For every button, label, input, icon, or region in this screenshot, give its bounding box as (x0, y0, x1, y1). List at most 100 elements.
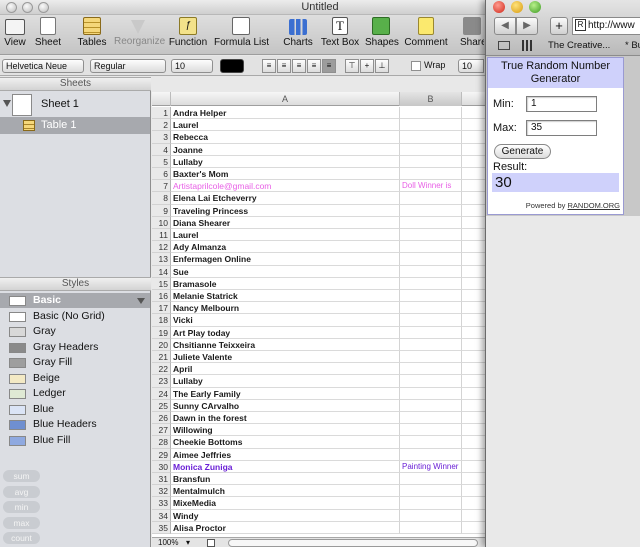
style-menu-triangle-icon[interactable] (137, 298, 145, 304)
row-number[interactable]: 3 (152, 131, 171, 144)
sheet-item[interactable]: Sheet 1 (0, 93, 150, 116)
cell-c[interactable] (462, 131, 485, 144)
row-number[interactable]: 9 (152, 204, 171, 217)
cell-b[interactable] (400, 168, 462, 181)
row-number[interactable]: 35 (152, 521, 171, 534)
table-item[interactable]: Table 1 (0, 117, 150, 134)
column-header-c[interactable] (462, 92, 485, 106)
function-count-pill[interactable]: count (3, 532, 40, 544)
cell-b[interactable] (400, 216, 462, 229)
row-number[interactable]: 34 (152, 509, 171, 522)
cell-b[interactable] (400, 363, 462, 376)
column-header-a[interactable]: A (171, 92, 400, 106)
cell-b[interactable] (400, 387, 462, 400)
cell-c[interactable] (462, 485, 485, 498)
max-input[interactable]: 35 (526, 120, 597, 136)
cell-b[interactable] (400, 241, 462, 254)
row-number[interactable]: 2 (152, 119, 171, 132)
forward-button[interactable]: ▶ (516, 17, 538, 35)
column-header-b[interactable]: B (400, 92, 462, 106)
row-number[interactable]: 13 (152, 253, 171, 266)
cell-a[interactable]: Chsitianne Teixxeira (171, 338, 400, 351)
cell-b[interactable] (400, 424, 462, 437)
cell-a[interactable]: Joanne (171, 143, 400, 156)
random-org-link[interactable]: RANDOM.ORG (568, 201, 621, 210)
function-min-pill[interactable]: min (3, 501, 40, 513)
cell-c[interactable] (462, 253, 485, 266)
align-auto-button[interactable]: ≡ (322, 59, 336, 73)
row-number[interactable]: 11 (152, 229, 171, 242)
cell-c[interactable] (462, 497, 485, 510)
align-right-button[interactable]: ≡ (292, 59, 306, 73)
cell-a[interactable]: April (171, 363, 400, 376)
font-size-select[interactable]: 10 (171, 59, 213, 73)
style-item[interactable]: Blue (0, 402, 150, 417)
row-number[interactable]: 4 (152, 143, 171, 156)
top-sites-grid-icon[interactable] (522, 40, 534, 51)
cell-a[interactable]: Diana Shearer (171, 216, 400, 229)
row-number[interactable]: 21 (152, 351, 171, 364)
cell-c[interactable] (462, 449, 485, 461)
cell-a[interactable]: Artistaprilcole@gmail.com (171, 180, 400, 193)
cell-c[interactable] (462, 241, 485, 254)
cell-b[interactable] (400, 277, 462, 290)
cell-c[interactable] (462, 351, 485, 364)
cell-c[interactable] (462, 339, 485, 351)
cell-b[interactable] (400, 485, 462, 498)
cell-c[interactable] (462, 217, 485, 229)
cell-c[interactable] (462, 107, 485, 120)
cell-b[interactable] (400, 107, 462, 120)
function-button[interactable]: ƒ Function (168, 17, 208, 53)
valign-bottom-button[interactable]: ⊥ (375, 59, 389, 73)
align-center-button[interactable]: ≡ (277, 59, 291, 73)
cell-a[interactable]: Lullaby (171, 375, 400, 388)
cell-a[interactable]: Art Play today (171, 326, 400, 339)
cell-c[interactable] (462, 461, 485, 473)
cell-c[interactable] (462, 229, 485, 242)
cell-b[interactable]: Doll Winner is (400, 180, 462, 193)
cell-a[interactable]: Juliete Valente (171, 351, 400, 364)
cell-c[interactable] (462, 424, 485, 437)
cell-a[interactable]: Ady Almanza (171, 241, 400, 254)
cell-a[interactable]: Elena Lai Etcheverry (171, 192, 400, 205)
cell-a[interactable]: Rebecca (171, 131, 400, 144)
style-item[interactable]: Ledger (0, 386, 150, 401)
bookmarks-book-icon[interactable] (498, 41, 510, 50)
cell-b[interactable] (400, 265, 462, 278)
cell-b[interactable] (400, 192, 462, 205)
cell-b[interactable] (400, 253, 462, 266)
cell-b[interactable] (400, 497, 462, 510)
cell-a[interactable]: Cheekie Bottoms (171, 436, 400, 449)
row-number[interactable]: 24 (152, 387, 171, 400)
row-number[interactable]: 18 (152, 314, 171, 327)
align-justify-button[interactable]: ≡ (307, 59, 321, 73)
cell-b[interactable] (400, 143, 462, 156)
cell-a[interactable]: Baxter's Mom (171, 168, 400, 181)
cell-b[interactable] (400, 302, 462, 315)
valign-middle-button[interactable]: + (360, 59, 374, 73)
row-number[interactable]: 7 (152, 180, 171, 193)
shapes-button[interactable]: Shapes (365, 17, 399, 53)
cell-b[interactable] (400, 314, 462, 327)
cell-b[interactable] (400, 119, 462, 132)
browser-zoom-button[interactable] (529, 1, 541, 13)
cell-a[interactable]: Aimee Jeffries (171, 448, 400, 461)
cell-c[interactable] (462, 375, 485, 388)
bookmark-link[interactable]: The Creative... (548, 40, 610, 51)
row-number[interactable]: 29 (152, 448, 171, 461)
cell-c[interactable] (462, 388, 485, 400)
cell-a[interactable]: Nancy Melbourn (171, 302, 400, 315)
cell-a[interactable]: Laurel (171, 119, 400, 132)
row-number[interactable]: 5 (152, 155, 171, 168)
style-item[interactable]: Blue Headers (0, 417, 150, 432)
cell-c[interactable] (462, 144, 485, 156)
function-sum-pill[interactable]: sum (3, 470, 40, 482)
row-number[interactable]: 27 (152, 424, 171, 437)
row-number[interactable]: 25 (152, 399, 171, 412)
style-item[interactable]: Basic (0, 293, 150, 308)
cell-c[interactable] (462, 180, 485, 193)
formula-list-button[interactable]: Formula List (214, 17, 269, 53)
cell-c[interactable] (462, 412, 485, 425)
cell-b[interactable] (400, 473, 462, 486)
cell-c[interactable] (462, 522, 485, 534)
